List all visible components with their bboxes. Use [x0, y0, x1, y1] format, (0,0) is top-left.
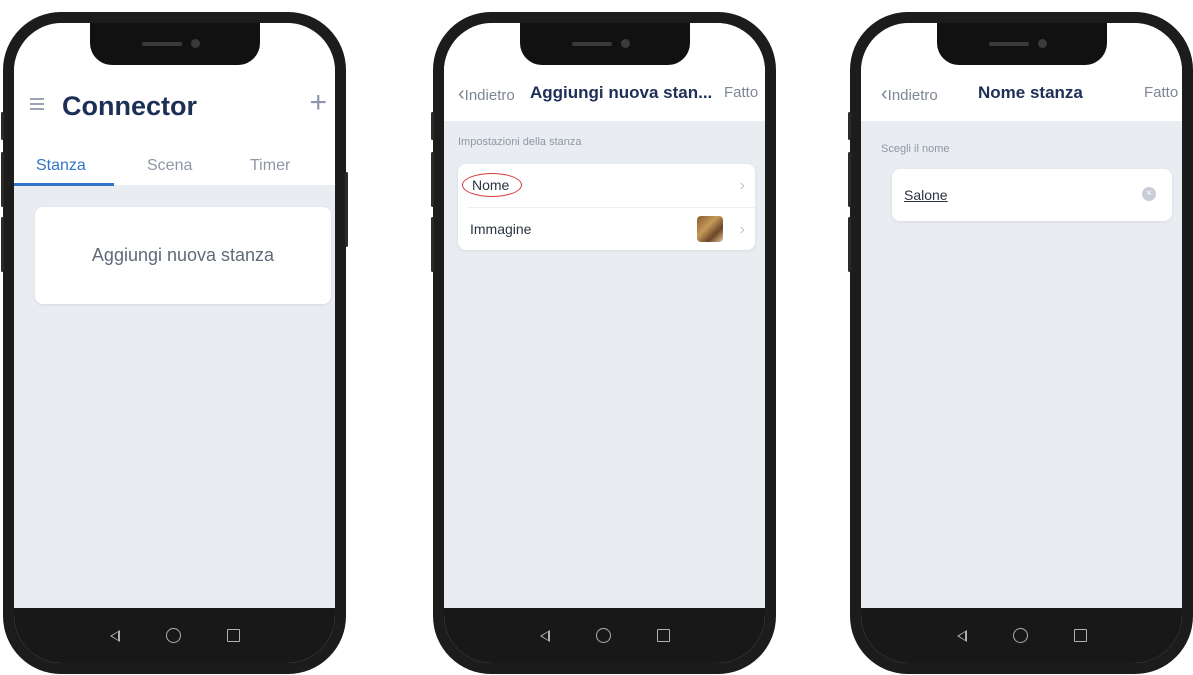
back-triangle-icon[interactable]: [109, 629, 120, 642]
back-triangle-icon[interactable]: [956, 629, 967, 642]
page-title: Nome stanza: [978, 83, 1083, 102]
chevron-left-icon: ‹: [458, 83, 465, 105]
recents-square-icon[interactable]: [656, 629, 670, 642]
done-button[interactable]: Fatto: [724, 84, 758, 101]
row-image-label: Immagine: [470, 221, 532, 237]
name-input-card: Salone ×: [892, 169, 1172, 221]
tab-bar: Stanza Scena Timer: [14, 145, 335, 186]
home-circle-icon[interactable]: [165, 628, 181, 643]
system-navbar: [861, 608, 1182, 663]
add-room-label: Aggiungi nuova stanza: [91, 245, 275, 265]
section-label: Impostazioni della stanza: [458, 136, 582, 148]
hamburger-icon[interactable]: [30, 98, 44, 113]
chevron-right-icon: ›: [739, 177, 745, 194]
notch: [936, 23, 1107, 65]
screen-rooms: Connector + Stanza Scena Timer Aggiungi …: [14, 23, 335, 663]
notch: [89, 23, 260, 65]
clear-icon[interactable]: ×: [1142, 187, 1156, 201]
section-label: Scegli il nome: [881, 143, 950, 155]
active-tab-indicator: [14, 183, 114, 186]
row-name[interactable]: Nome ›: [458, 164, 755, 206]
back-label: Indietro: [887, 87, 938, 104]
back-button[interactable]: ‹Indietro: [881, 83, 938, 106]
back-triangle-icon[interactable]: [539, 629, 550, 642]
settings-card: Nome › Immagine ›: [458, 164, 755, 250]
system-navbar: [444, 608, 765, 663]
recents-square-icon[interactable]: [226, 629, 240, 642]
tab-scena[interactable]: Scena: [147, 157, 192, 175]
notch: [519, 23, 690, 65]
system-navbar: [14, 608, 335, 663]
screen-room-name: ‹Indietro Nome stanza Fatto Scegli il no…: [861, 23, 1182, 663]
screen-add-room: ‹Indietro Aggiungi nuova stan... Fatto I…: [444, 23, 765, 663]
back-label: Indietro: [464, 87, 515, 104]
highlight-circle: [462, 173, 522, 197]
app-title: Connector: [62, 91, 197, 121]
done-button[interactable]: Fatto: [1144, 84, 1178, 101]
phone-frame-1: Connector + Stanza Scena Timer Aggiungi …: [1, 12, 348, 674]
recents-square-icon[interactable]: [1073, 629, 1087, 642]
home-circle-icon[interactable]: [595, 628, 611, 643]
phone-frame-2: ‹Indietro Aggiungi nuova stan... Fatto I…: [431, 12, 776, 674]
room-name-input[interactable]: Salone: [904, 187, 948, 203]
add-room-button[interactable]: Aggiungi nuova stanza: [35, 207, 331, 304]
tab-timer[interactable]: Timer: [250, 157, 290, 175]
back-button[interactable]: ‹Indietro: [458, 83, 515, 106]
tab-stanza[interactable]: Stanza: [36, 157, 86, 175]
home-circle-icon[interactable]: [1012, 628, 1028, 643]
phone-frame-3: ‹Indietro Nome stanza Fatto Scegli il no…: [848, 12, 1193, 674]
row-image[interactable]: Immagine ›: [458, 208, 755, 250]
page-title: Aggiungi nuova stan...: [530, 83, 713, 102]
plus-icon[interactable]: +: [309, 86, 327, 120]
room-image-thumbnail: [697, 216, 723, 242]
chevron-left-icon: ‹: [881, 83, 888, 105]
chevron-right-icon: ›: [739, 221, 745, 238]
